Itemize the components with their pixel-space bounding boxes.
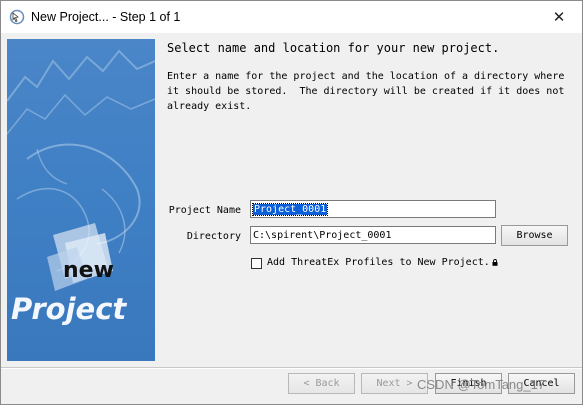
page-description: Enter a name for the project and the loc… (167, 71, 565, 112)
footer-separator (1, 367, 582, 369)
project-name-label: Project Name (168, 205, 241, 216)
directory-field[interactable]: C:\spirent\Project_0001 (250, 226, 496, 244)
back-button[interactable]: < Back (288, 373, 355, 394)
project-name-value: Project_0001 (251, 203, 329, 216)
page-heading: Select name and location for your new pr… (167, 41, 500, 55)
threatex-checkbox-label: Add ThreatEx Profiles to New Project. (267, 257, 490, 268)
new-project-banner: new Project (7, 39, 155, 361)
lock-icon (492, 259, 498, 266)
close-button[interactable]: ✕ (536, 1, 582, 32)
wizard-cursor-icon (9, 9, 25, 25)
wizard-content: Select name and location for your new pr… (167, 41, 572, 114)
wizard-body: new Project Select name and location for… (1, 33, 582, 404)
project-name-field[interactable]: Project_0001 (250, 200, 496, 218)
title-bar: New Project... - Step 1 of 1 ✕ (1, 1, 582, 33)
close-icon: ✕ (552, 7, 566, 26)
wizard-window: New Project... - Step 1 of 1 ✕ new Proje… (0, 0, 583, 405)
directory-label: Directory (186, 231, 241, 242)
banner-artwork: new Project (7, 39, 155, 361)
window-title: New Project... - Step 1 of 1 (31, 10, 181, 24)
csdn-watermark: CSDN @TomTang_17 (417, 377, 546, 392)
directory-value: C:\spirent\Project_0001 (253, 230, 392, 241)
banner-word-project: Project (11, 292, 127, 326)
threatex-checkbox[interactable] (251, 258, 262, 269)
banner-word-new: new (63, 258, 114, 283)
threatex-checkbox-label-wrap: Add ThreatEx Profiles to New Project. (267, 257, 498, 268)
browse-button[interactable]: Browse (501, 225, 568, 246)
